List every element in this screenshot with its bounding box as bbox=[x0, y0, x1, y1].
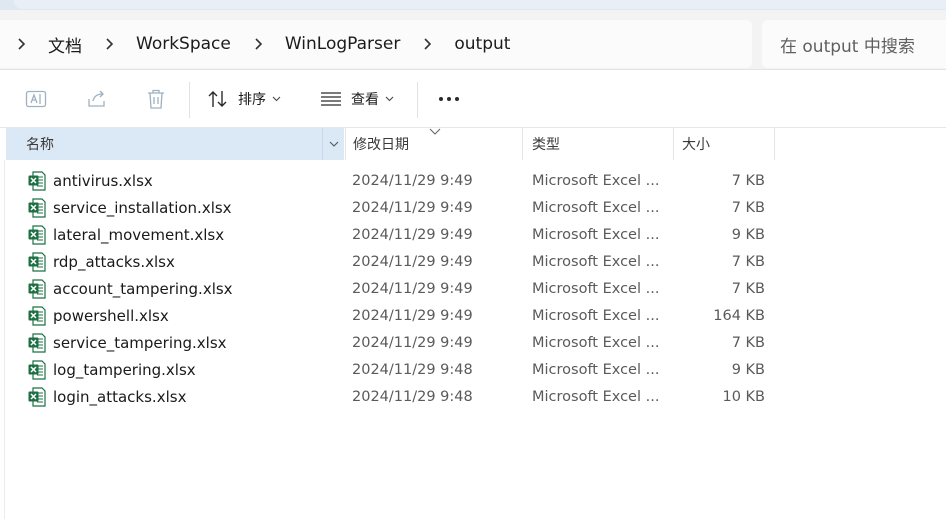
file-size: 7 KB bbox=[731, 200, 765, 216]
sort-icon bbox=[208, 91, 227, 107]
file-modified-date: 2024/11/29 9:48 bbox=[352, 389, 473, 405]
file-row[interactable]: service_tampering.xlsx 2024/11/29 9:49 Mic… bbox=[0, 330, 946, 357]
sort-descending-icon bbox=[429, 128, 441, 135]
file-type: Microsoft Excel ... bbox=[532, 308, 660, 324]
file-name: account_tampering.xlsx bbox=[53, 280, 233, 298]
file-name: log_tampering.xlsx bbox=[53, 361, 196, 379]
file-row[interactable]: rdp_attacks.xlsx 2024/11/29 9:49 Microsoft… bbox=[0, 249, 946, 276]
file-row[interactable]: lateral_movement.xlsx 2024/11/29 9:49 Micr… bbox=[0, 222, 946, 249]
view-label: 查看 bbox=[351, 92, 379, 108]
column-header-row: 名称 修改日期 类型 大小 bbox=[0, 128, 946, 160]
search-placeholder: 在 output 中搜索 bbox=[780, 36, 915, 57]
column-header-size-label: 大小 bbox=[682, 137, 710, 153]
chevron-right-icon[interactable] bbox=[420, 37, 434, 51]
file-name: antivirus.xlsx bbox=[53, 172, 153, 190]
file-type: Microsoft Excel ... bbox=[532, 173, 660, 189]
file-row[interactable]: account_tampering.xlsx 2024/11/29 9:49 Mic… bbox=[0, 276, 946, 303]
file-size: 7 KB bbox=[731, 254, 765, 270]
delete-icon[interactable] bbox=[145, 86, 167, 112]
excel-file-icon bbox=[28, 252, 46, 272]
file-name: service_tampering.xlsx bbox=[53, 334, 227, 352]
view-button[interactable]: 查看 bbox=[320, 86, 394, 112]
file-modified-date: 2024/11/29 9:49 bbox=[352, 173, 473, 189]
file-name: powershell.xlsx bbox=[53, 307, 169, 325]
file-name: login_attacks.xlsx bbox=[53, 388, 187, 406]
excel-file-icon bbox=[28, 225, 46, 245]
excel-file-icon bbox=[28, 360, 46, 380]
sort-button[interactable]: 排序 bbox=[207, 86, 281, 112]
breadcrumb-item-workspace[interactable]: WorkSpace bbox=[136, 34, 231, 54]
file-modified-date: 2024/11/29 9:49 bbox=[352, 200, 473, 216]
toolbar-divider bbox=[189, 82, 190, 118]
file-row[interactable]: login_attacks.xlsx 2024/11/29 9:48 Microso… bbox=[0, 384, 946, 411]
file-type: Microsoft Excel ... bbox=[532, 281, 660, 297]
file-modified-date: 2024/11/29 9:49 bbox=[352, 308, 473, 324]
excel-file-icon bbox=[28, 171, 46, 191]
excel-file-icon bbox=[28, 279, 46, 299]
toolbar-divider bbox=[417, 82, 418, 118]
file-size: 9 KB bbox=[731, 227, 765, 243]
file-size: 7 KB bbox=[731, 173, 765, 189]
chevron-right-icon[interactable] bbox=[14, 37, 28, 51]
file-size: 7 KB bbox=[731, 335, 765, 351]
share-icon[interactable] bbox=[85, 86, 109, 112]
file-size: 7 KB bbox=[731, 281, 765, 297]
column-header-date-label: 修改日期 bbox=[353, 137, 409, 153]
column-header-name[interactable]: 名称 bbox=[6, 128, 344, 160]
file-modified-date: 2024/11/29 9:49 bbox=[352, 281, 473, 297]
file-row[interactable]: log_tampering.xlsx 2024/11/29 9:48 Microso… bbox=[0, 357, 946, 384]
file-modified-date: 2024/11/29 9:49 bbox=[352, 254, 473, 270]
file-type: Microsoft Excel ... bbox=[532, 227, 660, 243]
file-modified-date: 2024/11/29 9:48 bbox=[352, 362, 473, 378]
file-type: Microsoft Excel ... bbox=[532, 389, 660, 405]
chevron-right-icon[interactable] bbox=[251, 37, 265, 51]
excel-file-icon bbox=[28, 387, 46, 407]
file-row[interactable]: service_installation.xlsx 2024/11/29 9:49… bbox=[0, 195, 946, 222]
excel-file-icon bbox=[28, 333, 46, 353]
file-type: Microsoft Excel ... bbox=[532, 335, 660, 351]
more-options-icon[interactable] bbox=[437, 86, 461, 112]
rename-icon[interactable] bbox=[24, 86, 48, 112]
column-header-type[interactable]: 类型 bbox=[524, 128, 674, 160]
file-type: Microsoft Excel ... bbox=[532, 254, 660, 270]
command-bar: 排序 查看 bbox=[0, 70, 946, 128]
excel-file-icon bbox=[28, 306, 46, 326]
column-header-size[interactable]: 大小 bbox=[675, 128, 775, 160]
breadcrumb-item-documents[interactable]: 文档 bbox=[48, 32, 82, 57]
file-size: 164 KB bbox=[713, 308, 765, 324]
chevron-down-icon bbox=[385, 96, 394, 102]
breadcrumb[interactable]: 文档 WorkSpace WinLogParser output bbox=[0, 20, 752, 68]
column-header-name-label: 名称 bbox=[26, 137, 54, 153]
file-list: antivirus.xlsx 2024/11/29 9:49 Microsoft E… bbox=[0, 168, 946, 411]
file-row[interactable]: antivirus.xlsx 2024/11/29 9:49 Microsoft E… bbox=[0, 168, 946, 195]
chevron-right-icon[interactable] bbox=[102, 37, 116, 51]
file-name: service_installation.xlsx bbox=[53, 199, 232, 217]
file-name: lateral_movement.xlsx bbox=[53, 226, 225, 244]
list-view-icon bbox=[321, 92, 341, 106]
breadcrumb-item-output[interactable]: output bbox=[454, 34, 510, 54]
search-input[interactable]: 在 output 中搜索 bbox=[762, 20, 946, 68]
column-header-type-label: 类型 bbox=[532, 137, 560, 153]
sort-label: 排序 bbox=[238, 92, 266, 108]
file-modified-date: 2024/11/29 9:49 bbox=[352, 335, 473, 351]
chevron-down-icon[interactable] bbox=[322, 128, 344, 160]
address-bar: 文档 WorkSpace WinLogParser output 在 outpu… bbox=[0, 10, 946, 70]
file-modified-date: 2024/11/29 9:49 bbox=[352, 227, 473, 243]
chevron-down-icon bbox=[272, 96, 281, 102]
file-size: 9 KB bbox=[731, 362, 765, 378]
file-type: Microsoft Excel ... bbox=[532, 200, 660, 216]
excel-file-icon bbox=[28, 198, 46, 218]
window-top-strip bbox=[0, 0, 946, 10]
file-name: rdp_attacks.xlsx bbox=[53, 253, 175, 271]
breadcrumb-item-winlogparser[interactable]: WinLogParser bbox=[285, 34, 401, 54]
file-row[interactable]: powershell.xlsx 2024/11/29 9:49 Microsoft … bbox=[0, 303, 946, 330]
file-size: 10 KB bbox=[722, 389, 765, 405]
file-type: Microsoft Excel ... bbox=[532, 362, 660, 378]
